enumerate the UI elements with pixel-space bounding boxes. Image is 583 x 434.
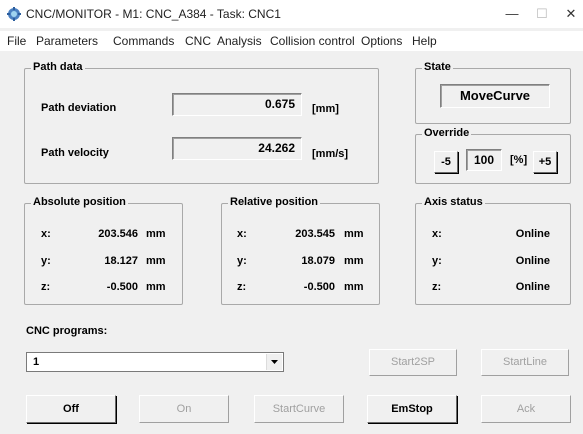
status-z-value: Online — [515, 281, 550, 293]
state-value: MoveCurve — [440, 84, 550, 108]
relative-position-title: Relative position — [228, 196, 321, 208]
rel-x-unit: mm — [344, 228, 364, 240]
menu-bar: File Parameters Commands CNC Analysis Co… — [0, 31, 583, 51]
abs-z-value: -0.500 — [106, 281, 138, 293]
on-button[interactable]: On — [139, 395, 229, 423]
menu-help[interactable]: Help — [412, 34, 437, 48]
override-title: Override — [422, 127, 472, 139]
state-title: State — [422, 61, 453, 73]
status-y-value: Online — [515, 255, 550, 267]
rel-x-label: x: — [237, 228, 247, 240]
startcurve-button[interactable]: StartCurve — [254, 395, 344, 423]
emstop-button[interactable]: EmStop — [367, 395, 457, 423]
status-x-value: Online — [515, 228, 550, 240]
override-value: 100 — [466, 149, 502, 171]
status-x-label: x: — [432, 228, 442, 240]
abs-y-label: y: — [41, 255, 51, 267]
abs-x-value: 203.546 — [98, 228, 138, 240]
path-deviation-unit: [mm] — [312, 103, 339, 115]
ack-button[interactable]: Ack — [481, 395, 571, 423]
chevron-down-icon[interactable] — [266, 354, 282, 370]
status-z-label: z: — [432, 281, 442, 293]
abs-z-label: z: — [41, 281, 51, 293]
absolute-position-title: Absolute position — [31, 196, 128, 208]
cnc-program-select[interactable]: 1 — [26, 352, 284, 372]
menu-commands[interactable]: Commands — [113, 34, 174, 48]
rel-x-value: 203.545 — [295, 228, 335, 240]
start2sp-button[interactable]: Start2SP — [369, 349, 457, 376]
abs-y-value: 18.127 — [104, 255, 138, 267]
title-bar: CNC/MONITOR - M1: CNC_A384 - Task: CNC1 … — [0, 0, 583, 28]
rel-z-value: -0.500 — [303, 281, 335, 293]
abs-x-unit: mm — [146, 228, 166, 240]
abs-x-label: x: — [41, 228, 51, 240]
rel-y-unit: mm — [344, 255, 364, 267]
window-title: CNC/MONITOR - M1: CNC_A384 - Task: CNC1 — [26, 7, 281, 21]
status-y-label: y: — [432, 255, 442, 267]
override-decrease-button[interactable]: -5 — [434, 151, 458, 173]
cnc-programs-label: CNC programs: — [26, 325, 108, 337]
rel-y-label: y: — [237, 255, 247, 267]
rel-z-unit: mm — [344, 281, 364, 293]
startline-button[interactable]: StartLine — [481, 349, 569, 376]
close-button[interactable]: ✕ — [556, 4, 583, 24]
minimize-button[interactable]: — — [497, 4, 527, 24]
path-deviation-field: 0.675 — [172, 93, 302, 116]
path-velocity-field: 24.262 — [172, 137, 302, 160]
path-velocity-label: Path velocity — [41, 147, 109, 159]
cnc-program-selected: 1 — [33, 356, 40, 368]
override-unit: [%] — [510, 154, 528, 166]
menu-analysis[interactable]: Analysis — [217, 34, 262, 48]
rel-z-label: z: — [237, 281, 247, 293]
path-data-title: Path data — [31, 61, 85, 73]
path-velocity-unit: [mm/s] — [312, 148, 349, 160]
menu-collision-control[interactable]: Collision control — [270, 34, 355, 48]
menu-parameters[interactable]: Parameters — [36, 34, 98, 48]
rel-y-value: 18.079 — [301, 255, 335, 267]
abs-y-unit: mm — [146, 255, 166, 267]
abs-z-unit: mm — [146, 281, 166, 293]
path-deviation-label: Path deviation — [41, 102, 117, 114]
menu-options[interactable]: Options — [361, 34, 402, 48]
menu-cnc[interactable]: CNC — [185, 34, 211, 48]
override-increase-button[interactable]: +5 — [533, 151, 557, 173]
maximize-button[interactable]: ☐ — [527, 4, 557, 24]
path-data-group: Path data — [24, 61, 379, 184]
axis-status-title: Axis status — [422, 196, 485, 208]
cnc-gear-icon — [7, 7, 21, 21]
menu-file[interactable]: File — [7, 34, 26, 48]
off-button[interactable]: Off — [26, 395, 116, 423]
